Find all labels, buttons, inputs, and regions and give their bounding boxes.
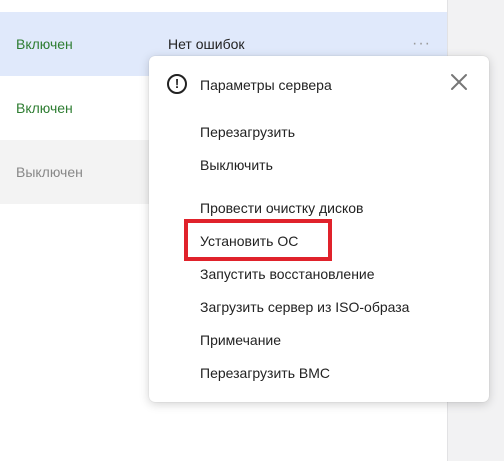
more-dots-icon[interactable]: ···	[412, 35, 431, 53]
menu-item-install-os[interactable]: Установить ОС	[200, 233, 298, 249]
power-status: Выключен	[16, 164, 83, 180]
menu-item-disk-cleanup[interactable]: Провести очистку дисков	[200, 200, 364, 216]
menu-item-note[interactable]: Примечание	[200, 332, 281, 348]
power-status: Включен	[16, 100, 73, 116]
server-options-menu: ! Параметры сервера	[149, 56, 489, 402]
menu-title: Параметры сервера	[200, 77, 332, 93]
menu-item-boot-from-iso[interactable]: Загрузить сервер из ISO-образа	[200, 299, 409, 315]
menu-item-shutdown[interactable]: Выключить	[200, 157, 273, 173]
menu-item-reboot-bmc[interactable]: Перезагрузить BMC	[200, 365, 330, 381]
info-icon: !	[167, 74, 187, 94]
menu-item-reboot[interactable]: Перезагрузить	[200, 124, 295, 140]
menu-header: ! Параметры сервера	[167, 72, 471, 100]
menu-item-start-recovery[interactable]: Запустить восстановление	[200, 266, 375, 282]
close-icon[interactable]	[447, 70, 471, 94]
power-status: Включен	[16, 36, 73, 52]
error-status: Нет ошибок	[168, 36, 245, 52]
